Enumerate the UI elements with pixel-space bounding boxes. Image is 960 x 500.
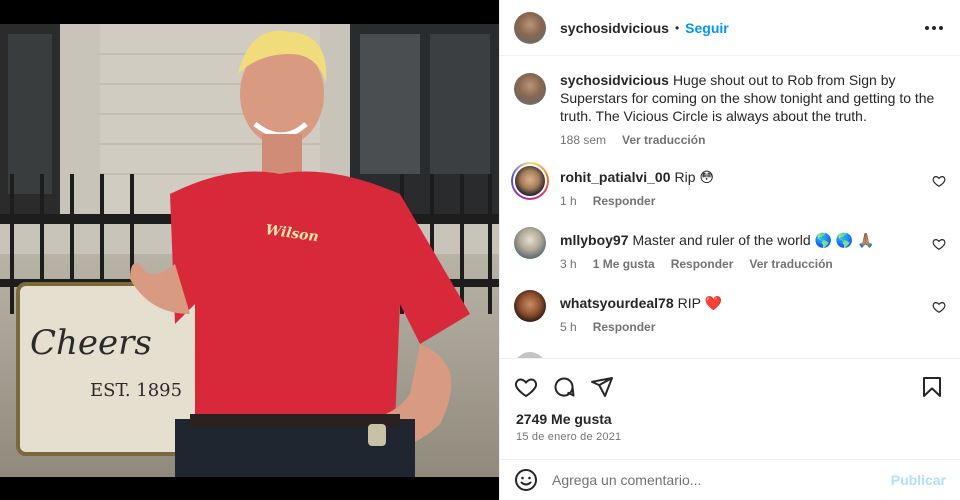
translate-button[interactable]: Ver traducción — [749, 257, 832, 271]
follow-button[interactable]: Seguir — [685, 20, 729, 36]
comment-text-block: rohit_patialvi_00 Rip 😳 — [560, 168, 940, 186]
comment-time[interactable]: 5 h — [560, 320, 577, 334]
comment-text: Rip 😳 — [674, 169, 715, 185]
sign-text: Cheers — [30, 323, 152, 363]
comment-like-heart-icon[interactable] — [932, 300, 946, 314]
caption-time[interactable]: 188 sem — [560, 133, 606, 147]
comment-item: whatsyourdeal78 RIP ❤️ 5 h Responder — [514, 288, 946, 334]
comment-username[interactable]: whatsyourdeal78 — [560, 295, 674, 311]
comment-input[interactable] — [552, 472, 891, 488]
comment-time[interactable]: 3 h — [560, 257, 577, 271]
comment-meta: 1 h Responder — [560, 194, 940, 208]
share-icon[interactable] — [590, 375, 614, 399]
bookmark-icon[interactable] — [920, 375, 944, 399]
comments-list[interactable]: sychosidvicious Huge shout out to Rob fro… — [500, 57, 960, 358]
emoji-icon[interactable] — [514, 468, 538, 492]
caption-meta: 188 sem Ver traducción — [560, 133, 940, 147]
publish-button[interactable]: Publicar — [891, 472, 946, 488]
reply-button[interactable]: Responder — [671, 257, 734, 271]
author-username[interactable]: sychosidvicious — [560, 20, 669, 36]
comment-like-heart-icon[interactable] — [932, 237, 946, 251]
post-photo: Cheers EST. 1895 Wilson — [0, 24, 499, 477]
comment-meta: 5 h Responder — [560, 320, 940, 334]
comment-username[interactable]: rohit_patialvi_00 — [560, 169, 671, 185]
author-avatar[interactable] — [514, 11, 546, 44]
add-comment-bar: Publicar — [500, 459, 960, 500]
action-icons — [500, 359, 960, 405]
post-media[interactable]: Cheers EST. 1895 Wilson — [0, 0, 499, 500]
header-separator: • — [674, 20, 680, 35]
comment-item: rohit_patialvi_00 Rip 😳 1 h Responder — [511, 162, 946, 208]
comment-item: mllyboy97 Master and ruler of the world 🌎… — [514, 225, 946, 271]
comment-text: RIP ❤️ — [677, 295, 723, 311]
comment-text-block: mllyboy97 Master and ruler of the world 🌎… — [560, 231, 940, 249]
commenter-avatar[interactable] — [511, 162, 549, 200]
comment-meta: 3 h 1 Me gusta Responder Ver traducción — [560, 257, 940, 271]
caption-translate-button[interactable]: Ver traducción — [622, 133, 705, 147]
post-date[interactable]: 15 de enero de 2021 — [500, 427, 960, 443]
reply-button[interactable]: Responder — [593, 194, 656, 208]
heart-icon[interactable] — [514, 375, 538, 399]
reply-button[interactable]: Responder — [593, 320, 656, 334]
comment-username[interactable]: mllyboy97 — [560, 232, 628, 248]
comment-text-block: whatsyourdeal78 RIP ❤️ — [560, 294, 940, 312]
caption-avatar[interactable] — [514, 73, 546, 105]
caption: sychosidvicious Huge shout out to Rob fro… — [514, 71, 946, 147]
comment-like-heart-icon[interactable] — [932, 174, 946, 188]
more-options-icon[interactable] — [922, 16, 946, 40]
commenter-avatar[interactable] — [514, 290, 546, 322]
comment-likes-count[interactable]: 1 Me gusta — [593, 257, 655, 271]
caption-username[interactable]: sychosidvicious — [560, 72, 669, 88]
sign-est-text: EST. 1895 — [90, 380, 182, 401]
post-side-panel: sychosidvicious • Seguir sychosidvicious… — [499, 0, 960, 500]
caption-text-block: sychosidvicious Huge shout out to Rob fro… — [560, 71, 940, 125]
comment-icon[interactable] — [552, 375, 576, 399]
post-header: sychosidvicious • Seguir — [500, 0, 960, 56]
comment-text: Master and ruler of the world 🌎 🌎 🙏🏽 — [632, 232, 875, 248]
photo-illustration: Cheers EST. 1895 Wilson — [0, 24, 499, 477]
likes-count[interactable]: 2749 Me gusta — [500, 405, 960, 427]
comment-time[interactable]: 1 h — [560, 194, 577, 208]
commenter-avatar[interactable] — [514, 227, 546, 259]
